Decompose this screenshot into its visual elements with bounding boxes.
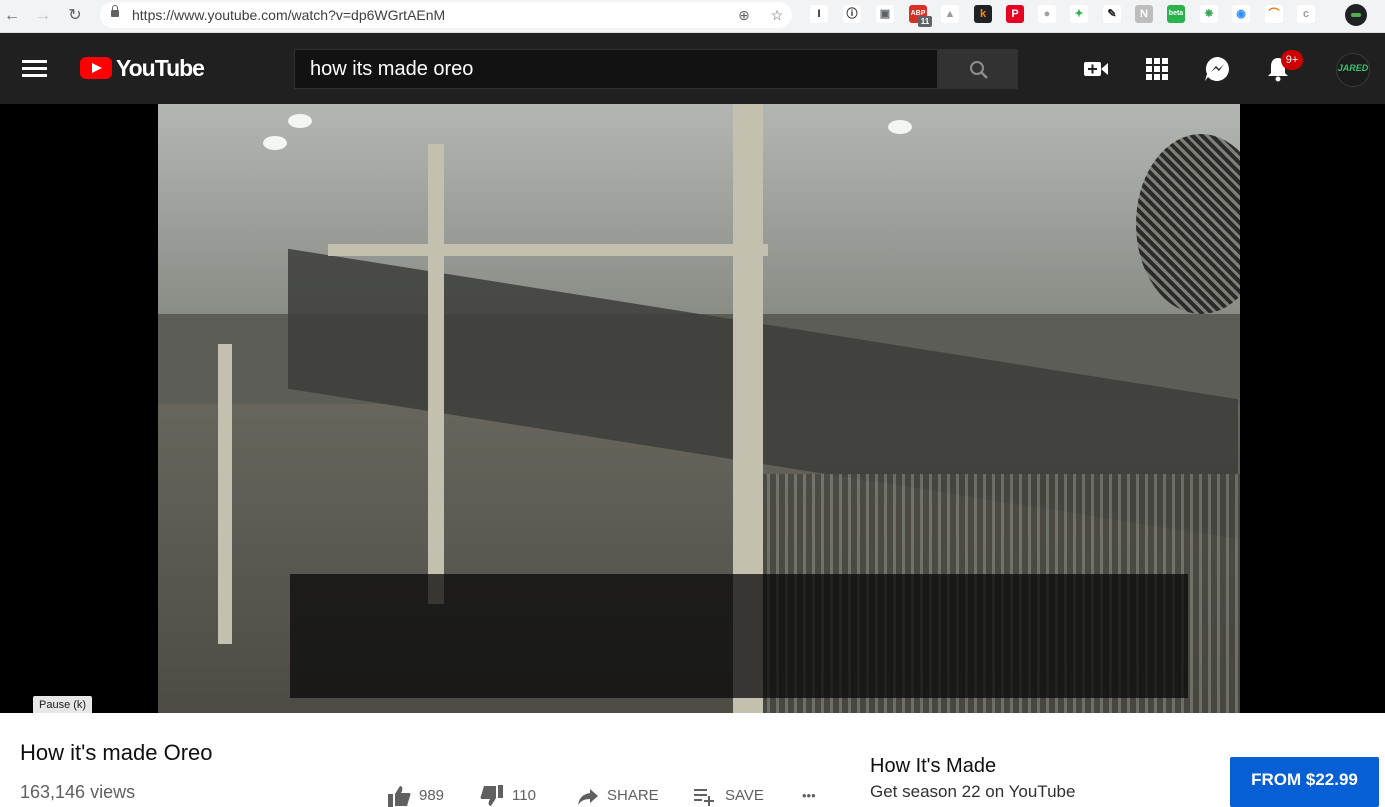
k-extension-icon[interactable]: k [974, 5, 992, 23]
apps-grid-icon[interactable] [1143, 55, 1171, 83]
ceiling-light [263, 136, 287, 150]
youtube-header: YouTube how its made oreo 9+ JARED [0, 33, 1385, 104]
dislike-count: 110 [512, 787, 536, 804]
notification-count-badge: 9+ [1281, 50, 1303, 70]
reload-icon[interactable]: ↻ [65, 6, 85, 26]
more-actions-icon[interactable]: ••• [802, 785, 816, 807]
messages-icon[interactable] [1203, 55, 1231, 83]
browser-toolbar: ← → ↻ https://www.youtube.com/watch?v=dp… [0, 0, 1385, 33]
video-title: How it's made Oreo [20, 740, 213, 765]
save-label: SAVE [725, 787, 764, 804]
search-button[interactable] [938, 49, 1018, 89]
playlist-add-icon [694, 789, 714, 806]
bookmark-star-icon[interactable]: ☆ [767, 5, 787, 25]
youtube-logo-icon[interactable] [80, 57, 112, 79]
youtube-wordmark[interactable]: YouTube [116, 55, 205, 81]
1password-extension-icon[interactable]: ⓘ [843, 5, 861, 23]
promo-description: Get season 22 on YouTube [870, 782, 1076, 801]
promo-channel-name[interactable]: How It's Made [870, 753, 996, 779]
caption-box [290, 574, 1188, 698]
lock-icon [111, 5, 119, 17]
video-player[interactable]: Pause (k) [0, 104, 1385, 715]
create-video-icon[interactable] [1082, 55, 1110, 83]
forward-arrow-icon[interactable]: → [33, 6, 53, 26]
zoom-icon[interactable]: ⊕ [734, 5, 754, 25]
arc-extension-icon[interactable]: ⌒ [1265, 5, 1283, 23]
avatar-label: JARED [1337, 63, 1369, 73]
c-extension-icon[interactable]: c [1297, 5, 1315, 23]
pen-extension-icon[interactable]: ✎ [1103, 5, 1121, 23]
like-count: 989 [419, 787, 445, 804]
url-text[interactable]: https://www.youtube.com/watch?v=dp6WGrtA… [132, 2, 445, 28]
feedly-extension-icon[interactable]: ✦ [1070, 5, 1088, 23]
address-bar[interactable]: https://www.youtube.com/watch?v=dp6WGrtA… [100, 2, 792, 28]
share-button[interactable]: SHARE [577, 785, 659, 807]
beta-extension-icon[interactable]: beta [1167, 5, 1185, 23]
user-avatar[interactable]: JARED [1336, 53, 1370, 87]
frame-rail [328, 244, 768, 256]
search-query: how its made oreo [310, 58, 474, 80]
instapaper-extension-icon[interactable]: I [810, 5, 828, 23]
pinterest-extension-icon[interactable]: P [1006, 5, 1024, 23]
thumbs-down-icon [480, 785, 503, 806]
ceiling-light [888, 120, 912, 134]
back-arrow-icon[interactable]: ← [2, 6, 22, 26]
ceiling-light [288, 114, 312, 128]
save-button[interactable]: SAVE [693, 785, 764, 807]
frame-post [218, 344, 232, 644]
adblock-count-badge: 11 [918, 16, 932, 27]
puzzle-extension-icon[interactable]: ✵ [1200, 5, 1218, 23]
search-input[interactable]: how its made oreo [294, 49, 938, 89]
frame-post [428, 144, 444, 604]
camera-extension-icon[interactable]: ▣ [876, 5, 894, 23]
thumbs-up-icon [388, 786, 411, 807]
dot-extension-icon[interactable]: ● [1038, 5, 1056, 23]
drive-extension-icon[interactable]: ▲ [941, 5, 959, 23]
dislike-button[interactable]: 110 [480, 785, 536, 807]
share-arrow-icon [578, 789, 598, 805]
notion-extension-icon[interactable]: N [1135, 5, 1153, 23]
zoom-extension-icon[interactable]: ◉ [1232, 5, 1250, 23]
search-icon [970, 61, 988, 79]
view-count: 163,146 views [20, 782, 136, 802]
profile-icon[interactable] [1345, 4, 1367, 26]
menu-icon[interactable] [22, 60, 47, 77]
share-label: SHARE [607, 787, 659, 804]
like-button[interactable]: 989 [387, 785, 444, 807]
video-info: How it's made Oreo 163,146 views 989 110… [0, 713, 1385, 807]
